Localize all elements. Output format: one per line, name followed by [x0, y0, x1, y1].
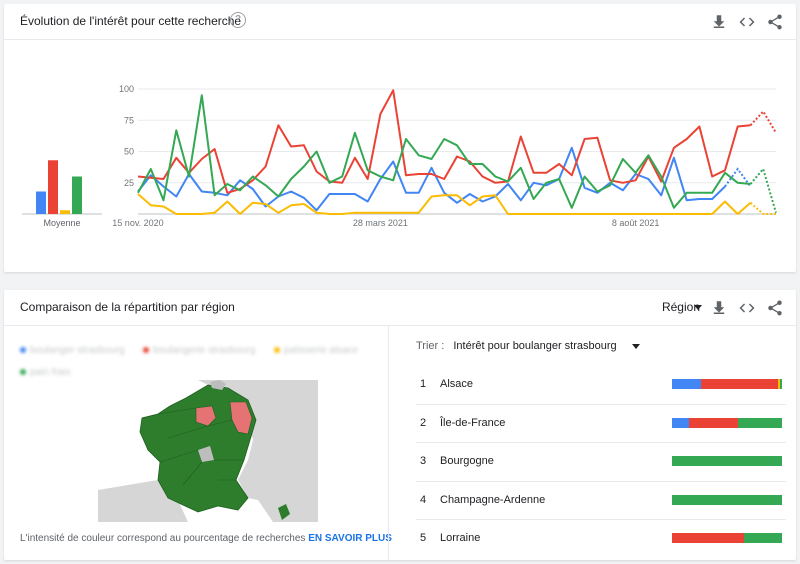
legend-item[interactable]: patisserie alsace [273, 345, 359, 356]
share-icon[interactable] [766, 13, 784, 31]
region-share-segment [672, 456, 782, 466]
region-name: Île-de-France [440, 416, 506, 429]
legend-item[interactable]: boulangerie strasbourg [142, 345, 256, 356]
region-share-segment [743, 533, 782, 543]
region-name: Lorraine [440, 532, 481, 544]
legend-dot [20, 347, 26, 354]
legend-item[interactable]: boulanger strasbourg [20, 345, 125, 356]
line-chart: 25 50 75 100 15 nov. 2020 28 mars 2021 8 août … [112, 84, 777, 228]
card-header: Comparaison de la répartition par région… [4, 290, 796, 326]
region-share-bar [672, 533, 782, 543]
divider [388, 326, 389, 560]
region-row[interactable]: 1 Alsace [416, 366, 786, 405]
legend-label: boulanger strasbourg [30, 345, 125, 356]
region-share-segment [700, 379, 778, 389]
region-share-bar [672, 456, 782, 466]
region-share-segment [672, 417, 689, 428]
footnote: L'intensité de couleur correspond au pou… [20, 533, 392, 544]
region-name: Champagne-Ardenne [440, 493, 546, 506]
region-rank: 4 [420, 493, 427, 506]
x-tick-label: 15 nov. 2020 [112, 218, 163, 228]
share-icon[interactable] [766, 299, 784, 317]
region-rank: 5 [420, 532, 427, 544]
region-row[interactable]: 5 Lorraine [416, 520, 786, 559]
footnote-text: L'intensité de couleur correspond au pou… [20, 533, 306, 544]
legend-label: boulangerie strasbourg [152, 345, 256, 356]
region-row[interactable]: 2 Île-de-France [416, 405, 786, 443]
average-bar-chart: Moyenne [22, 160, 102, 228]
region-rank: 2 [420, 416, 427, 429]
region-list: 1 Alsace 2 Île-de-France 3 Bourgogne 4 Champagn… [416, 366, 786, 559]
y-tick-label: 75 [124, 115, 134, 125]
legend-label: pain frais [30, 367, 71, 378]
region-share-bar [672, 379, 782, 389]
embed-icon[interactable] [738, 299, 756, 317]
interest-over-time-card: Évolution de l'intérêt pour cette recher… [4, 4, 796, 272]
x-tick-label: 28 mars 2021 [353, 218, 408, 228]
legend-label: patisserie alsace [283, 345, 359, 356]
y-tick-label: 50 [124, 147, 134, 157]
region-name: Alsace [440, 378, 474, 390]
region-row[interactable]: 4 Champagne-Ardenne [416, 482, 786, 520]
region-name: Bourgogne [440, 455, 494, 467]
legend-dot [20, 369, 26, 376]
region-comparison-card: Comparaison de la répartition par région… [4, 290, 796, 560]
series-line [137, 193, 752, 215]
embed-icon[interactable] [738, 13, 756, 31]
region-share-segment [738, 417, 782, 428]
avg-bar [48, 160, 58, 214]
avg-bar [60, 210, 70, 214]
avg-bar [72, 176, 82, 214]
card-title: Comparaison de la répartition par région [20, 300, 235, 314]
region-share-segment [672, 379, 701, 389]
region-share-bar [672, 494, 782, 505]
y-tick-label: 25 [124, 178, 134, 188]
legend-item[interactable]: pain frais [20, 367, 71, 378]
card-header: Évolution de l'intérêt pour cette recher… [4, 4, 796, 40]
region-share-segment [672, 494, 782, 505]
legend-dot [273, 347, 280, 354]
region-share-bar [672, 417, 782, 428]
chevron-down-icon[interactable] [694, 305, 702, 310]
learn-more-link[interactable]: EN SAVOIR PLUS [308, 533, 392, 544]
region-rank: 1 [420, 378, 427, 390]
sort-control[interactable]: Trier : Intérêt pour boulanger strasbour… [416, 340, 640, 352]
region-share-segment [672, 533, 744, 543]
region-share-segment [779, 379, 782, 389]
series-partial-line [749, 202, 776, 215]
series-partial-line [749, 109, 777, 134]
legend-dot [142, 347, 149, 354]
x-tick-label: 8 août 2021 [612, 218, 660, 228]
card-title: Évolution de l'intérêt pour cette recher… [20, 14, 242, 28]
region-share-segment [688, 417, 738, 428]
y-tick-label: 100 [119, 84, 134, 94]
avg-bar [36, 191, 46, 214]
download-icon[interactable] [710, 13, 728, 31]
region-rank: 3 [420, 455, 427, 467]
download-icon[interactable] [710, 299, 728, 317]
legend: boulanger strasbourg boulangerie strasbo… [20, 340, 380, 384]
series-line [137, 89, 751, 194]
sort-label: Trier : [416, 340, 445, 352]
chevron-down-icon[interactable] [631, 343, 640, 349]
region-row[interactable]: 3 Bourgogne [416, 443, 786, 482]
help-icon[interactable]: ? [230, 12, 246, 28]
sort-value[interactable]: Intérêt pour boulanger strasbourg [453, 340, 616, 352]
avg-label: Moyenne [43, 218, 80, 228]
region-map[interactable] [98, 380, 318, 522]
